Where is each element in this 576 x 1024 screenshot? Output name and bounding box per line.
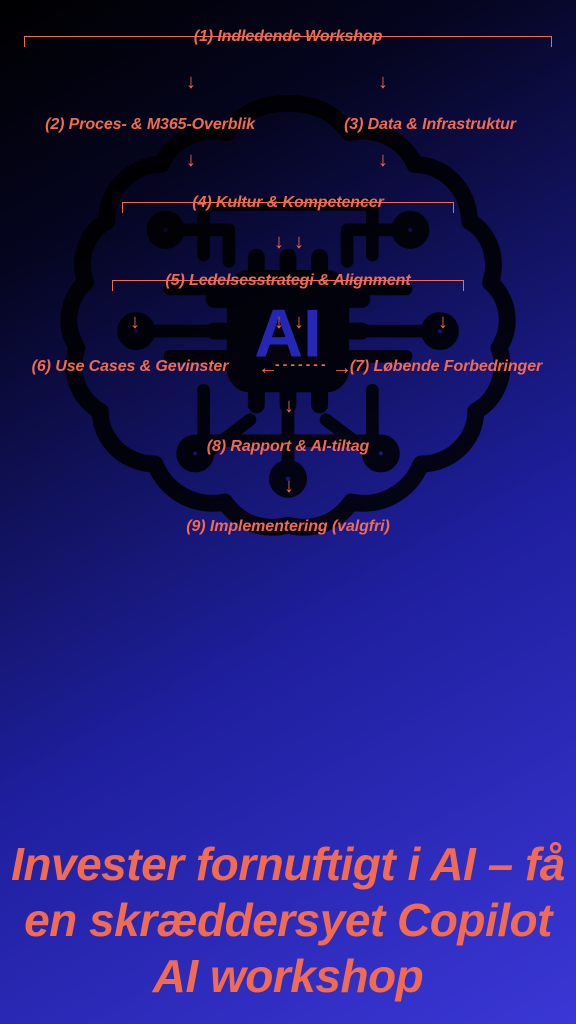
arrow-down: ↓ — [130, 312, 140, 332]
arrow-right: → — [332, 358, 352, 378]
step-3: (3) Data & Infrastruktur — [344, 116, 516, 134]
step-6: (6) Use Cases & Gevinster — [32, 358, 229, 376]
step-9: (9) Implementering (valgfri) — [186, 518, 389, 536]
arrow-down: ↓ — [274, 312, 284, 332]
arrow-down: ↓ — [378, 72, 388, 92]
step-8: (8) Rapport & AI-tiltag — [207, 438, 369, 456]
arrow-down: ↓ — [284, 396, 294, 416]
arrow-down: ↓ — [438, 312, 448, 332]
bracket-5 — [112, 280, 464, 291]
dash-connector: ------- — [275, 356, 329, 372]
headline: Invester fornuftigt i AI – få en skrædde… — [0, 836, 576, 1004]
arrow-down: ↓ — [274, 232, 284, 252]
bracket-4 — [122, 202, 454, 213]
process-diagram: (1) Indledende Workshop ↓ ↓ (2) Proces- … — [0, 0, 576, 640]
arrow-down: ↓ — [186, 72, 196, 92]
step-2: (2) Proces- & M365-Overblik — [45, 116, 255, 134]
arrow-down: ↓ — [284, 476, 294, 496]
arrow-down: ↓ — [294, 232, 304, 252]
bracket-1 — [24, 36, 552, 47]
arrow-down: ↓ — [378, 150, 388, 170]
arrow-down: ↓ — [294, 312, 304, 332]
step-7: (7) Løbende Forbedringer — [350, 358, 542, 376]
arrow-down: ↓ — [186, 150, 196, 170]
